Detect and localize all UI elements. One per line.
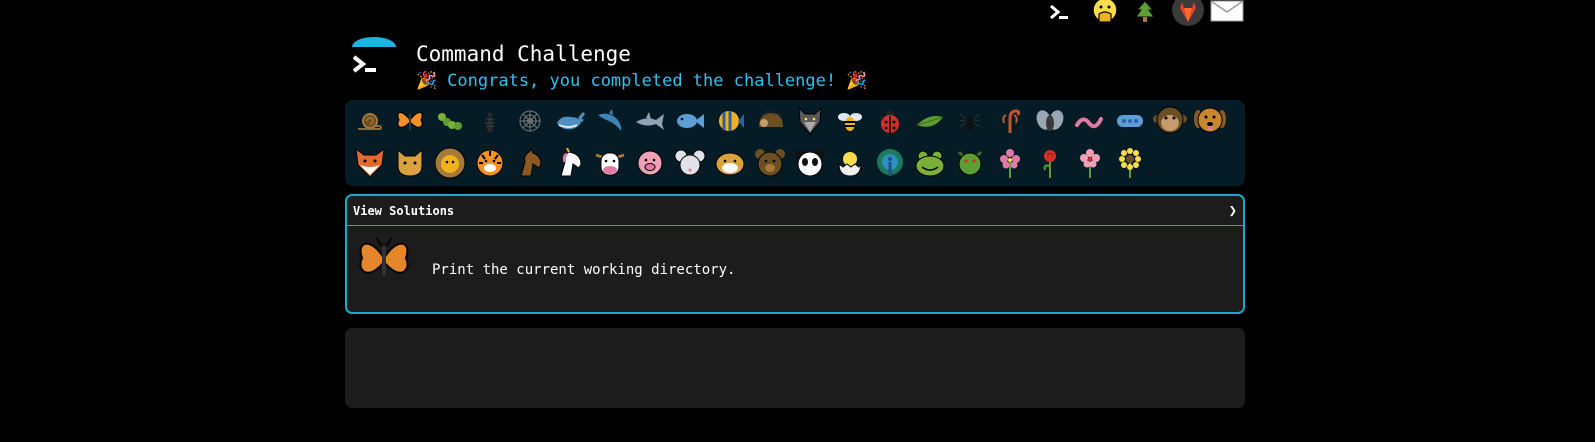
horse-icon[interactable] bbox=[510, 143, 550, 183]
challenge-description: Print the current working directory. bbox=[432, 262, 736, 278]
butterfly-icon bbox=[356, 236, 412, 286]
terminal-area[interactable] bbox=[345, 328, 1245, 408]
microbe-icon[interactable] bbox=[1110, 101, 1150, 141]
fly-icon[interactable] bbox=[1030, 101, 1070, 141]
spider-web-icon[interactable] bbox=[510, 101, 550, 141]
sunflower-icon[interactable] bbox=[1110, 143, 1150, 183]
view-solutions-label: View Solutions bbox=[353, 203, 455, 218]
hedgehog-icon[interactable] bbox=[750, 101, 790, 141]
cat-icon[interactable] bbox=[390, 143, 430, 183]
unicorn-icon[interactable] bbox=[550, 143, 590, 183]
snail-icon[interactable] bbox=[350, 101, 390, 141]
dragon-icon[interactable] bbox=[950, 143, 990, 183]
spider-icon[interactable] bbox=[950, 101, 990, 141]
mouse-icon[interactable] bbox=[670, 143, 710, 183]
monkey-icon[interactable] bbox=[1150, 101, 1190, 141]
lion-icon[interactable] bbox=[430, 143, 470, 183]
butterfly-icon[interactable] bbox=[390, 101, 430, 141]
challenge-row-2 bbox=[350, 143, 1150, 183]
fox-icon[interactable] bbox=[350, 143, 390, 183]
chevron-right-icon: ❯ bbox=[1228, 202, 1237, 219]
caterpillar-icon[interactable] bbox=[430, 101, 470, 141]
scorpion-icon[interactable] bbox=[990, 101, 1030, 141]
leaf-icon[interactable] bbox=[910, 101, 950, 141]
challenge-body: Print the current working directory. bbox=[347, 226, 1243, 312]
ladybug-icon[interactable] bbox=[870, 101, 910, 141]
tropical-fish-icon[interactable] bbox=[710, 101, 750, 141]
congrats-message: 🎉 Congrats, you completed the challenge!… bbox=[416, 71, 867, 91]
dolphin-icon[interactable] bbox=[590, 101, 630, 141]
worm-icon[interactable] bbox=[1070, 101, 1110, 141]
rose-icon[interactable] bbox=[1030, 143, 1070, 183]
page-title: Command Challenge bbox=[416, 42, 631, 66]
christmas-tree-icon[interactable] bbox=[1132, 0, 1158, 24]
hibiscus-icon[interactable] bbox=[1070, 143, 1110, 183]
bear-icon[interactable] bbox=[750, 143, 790, 183]
whale-icon[interactable] bbox=[550, 101, 590, 141]
face-with-hand-over-mouth-icon[interactable] bbox=[1090, 0, 1120, 24]
shark-icon[interactable] bbox=[630, 101, 670, 141]
ant-icon[interactable] bbox=[470, 101, 510, 141]
frog-icon[interactable] bbox=[910, 143, 950, 183]
peacock-icon[interactable] bbox=[870, 143, 910, 183]
view-solutions-toggle[interactable]: View Solutions ❯ bbox=[347, 196, 1243, 226]
terminal-icon[interactable] bbox=[1048, 0, 1070, 24]
cherry-blossom-icon[interactable] bbox=[990, 143, 1030, 183]
hatching-chick-icon[interactable] bbox=[830, 143, 870, 183]
challenge-panel: View Solutions ❯ Print the current worki… bbox=[345, 194, 1245, 314]
cow-icon[interactable] bbox=[590, 143, 630, 183]
challenge-progress-strip bbox=[345, 100, 1245, 186]
top-nav bbox=[1048, 0, 1244, 26]
congrats-text: Congrats, you completed the challenge! bbox=[447, 71, 837, 91]
tiger-icon[interactable] bbox=[470, 143, 510, 183]
command-challenge-logo[interactable] bbox=[352, 37, 396, 81]
envelope-icon[interactable] bbox=[1210, 0, 1244, 24]
party-popper-icon: 🎉 bbox=[416, 71, 438, 91]
challenge-row-1 bbox=[350, 101, 1230, 141]
dog-icon[interactable] bbox=[1190, 101, 1230, 141]
bee-icon[interactable] bbox=[830, 101, 870, 141]
gitlab-icon[interactable] bbox=[1172, 0, 1204, 26]
party-popper-icon: 🎉 bbox=[846, 71, 868, 91]
header: Command Challenge 🎉 Congrats, you comple… bbox=[352, 37, 1252, 95]
fish-icon[interactable] bbox=[670, 101, 710, 141]
panda-icon[interactable] bbox=[790, 143, 830, 183]
pig-icon[interactable] bbox=[630, 143, 670, 183]
hamster-icon[interactable] bbox=[710, 143, 750, 183]
wolf-icon[interactable] bbox=[790, 101, 830, 141]
